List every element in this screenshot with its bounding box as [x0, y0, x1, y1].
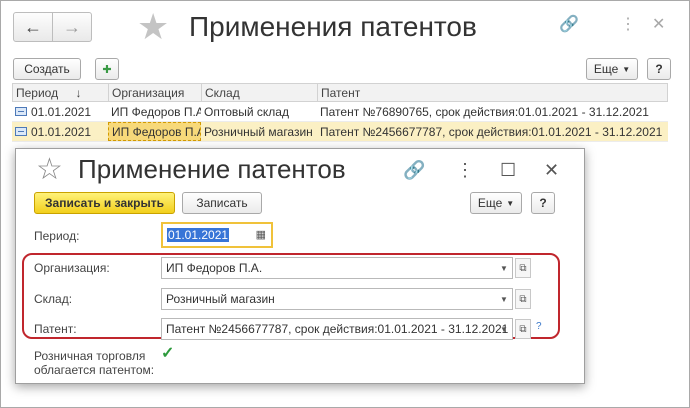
column-patent[interactable]: Патент: [318, 84, 667, 101]
patent-value: Патент №2456677787, срок действия:01.01.…: [166, 322, 509, 336]
maximize-icon[interactable]: ☐: [500, 159, 516, 181]
link-icon[interactable]: 🔗: [559, 15, 579, 35]
organization-open-button[interactable]: ⧉: [515, 258, 531, 278]
cell-patent: Патент №76890765, срок действия:01.01.20…: [320, 104, 649, 119]
retail-patent-checkbox[interactable]: ✓: [161, 346, 174, 362]
sort-arrow-icon: ↓: [75, 86, 82, 100]
main-more-label: Еще: [593, 62, 619, 76]
patent-select[interactable]: Патент №2456677787, срок действия:01.01.…: [161, 318, 513, 340]
cell-organization: ИП Федоров П.А.: [108, 122, 201, 141]
save-button[interactable]: Записать: [182, 192, 262, 214]
warehouse-select[interactable]: Розничный магазин ▼: [161, 288, 513, 310]
copy-button[interactable]: ✚: [95, 58, 119, 80]
period-input[interactable]: 01.01.2021 ▦: [161, 222, 273, 248]
page-title: Применения патентов: [189, 11, 477, 42]
table-row-selected[interactable]: 01.01.2021 ИП Федоров П.А. Розничный маг…: [12, 122, 668, 142]
organization-value: ИП Федоров П.А.: [166, 261, 263, 275]
column-period-label: Период: [16, 86, 59, 100]
dialog-title: Применение патентов: [78, 154, 346, 184]
arrow-left-icon: ←: [24, 16, 42, 37]
patents-table: Период ↓ Организация Склад Патент 01.01.…: [12, 83, 668, 142]
warehouse-label: Склад:: [34, 292, 73, 306]
dialog-more-button[interactable]: Еще ▼: [470, 192, 522, 214]
close-icon[interactable]: ✕: [652, 15, 665, 35]
favorite-star-icon[interactable]: ★: [137, 7, 169, 47]
chevron-down-icon[interactable]: ▼: [496, 258, 512, 278]
patent-label: Патент:: [34, 322, 77, 336]
favorite-star-outline-icon[interactable]: ☆: [36, 153, 63, 187]
record-icon: [15, 127, 27, 136]
create-button[interactable]: Создать: [13, 58, 81, 80]
dialog-more-label: Еще: [477, 196, 503, 210]
open-window-icon: ⧉: [519, 262, 527, 274]
chevron-down-icon: ▼: [506, 198, 515, 208]
copy-plus-icon: ✚: [102, 63, 112, 76]
arrow-right-icon: →: [63, 16, 81, 37]
column-warehouse[interactable]: Склад: [202, 84, 318, 101]
retail-label-line2: облагается патентом:: [34, 363, 155, 377]
back-button[interactable]: ←: [13, 12, 53, 42]
retail-patent-label: Розничная торговля облагается патентом:: [34, 349, 154, 377]
open-window-icon: ⧉: [519, 323, 527, 335]
organization-select[interactable]: ИП Федоров П.А. ▼: [161, 257, 513, 279]
patent-help-icon[interactable]: ?: [536, 321, 542, 332]
main-help-button[interactable]: ?: [647, 58, 671, 80]
cell-period: 01.01.2021: [31, 104, 92, 119]
cell-period: 01.01.2021: [31, 124, 92, 139]
save-and-close-button[interactable]: Записать и закрыть: [34, 192, 175, 214]
column-organization[interactable]: Организация: [109, 84, 202, 101]
more-vertical-icon[interactable]: ⋮: [456, 159, 474, 181]
dialog-help-button[interactable]: ?: [531, 192, 555, 214]
cell-patent: Патент №2456677787, срок действия:01.01.…: [320, 124, 663, 139]
organization-label: Организация:: [34, 261, 110, 275]
link-icon[interactable]: 🔗: [403, 159, 425, 181]
more-vertical-icon[interactable]: ⋮: [620, 15, 636, 35]
cell-organization: ИП Федоров П.А.: [111, 104, 201, 119]
forward-button[interactable]: →: [52, 12, 92, 42]
calendar-icon[interactable]: ▦: [256, 228, 266, 241]
chevron-down-icon[interactable]: ▼: [496, 319, 512, 339]
patent-open-button[interactable]: ⧉: [515, 319, 531, 339]
chevron-down-icon: ▼: [622, 64, 631, 74]
close-icon[interactable]: ✕: [544, 159, 559, 181]
retail-label-line1: Розничная торговля: [34, 349, 146, 363]
cell-warehouse: Оптовый склад: [204, 104, 289, 119]
open-window-icon: ⧉: [519, 293, 527, 305]
table-header: Период ↓ Организация Склад Патент: [12, 83, 668, 102]
patent-dialog: ☆ Применение патентов 🔗 ⋮ ☐ ✕ Записать и…: [15, 148, 585, 384]
period-label: Период:: [34, 229, 80, 243]
main-more-button[interactable]: Еще ▼: [586, 58, 638, 80]
warehouse-open-button[interactable]: ⧉: [515, 289, 531, 309]
record-icon: [15, 107, 27, 116]
table-row[interactable]: 01.01.2021 ИП Федоров П.А. Оптовый склад…: [12, 102, 668, 122]
warehouse-value: Розничный магазин: [166, 292, 275, 306]
column-period[interactable]: Период ↓: [13, 84, 109, 101]
chevron-down-icon[interactable]: ▼: [496, 289, 512, 309]
cell-warehouse: Розничный магазин: [204, 124, 313, 139]
period-value: 01.01.2021: [167, 228, 230, 242]
